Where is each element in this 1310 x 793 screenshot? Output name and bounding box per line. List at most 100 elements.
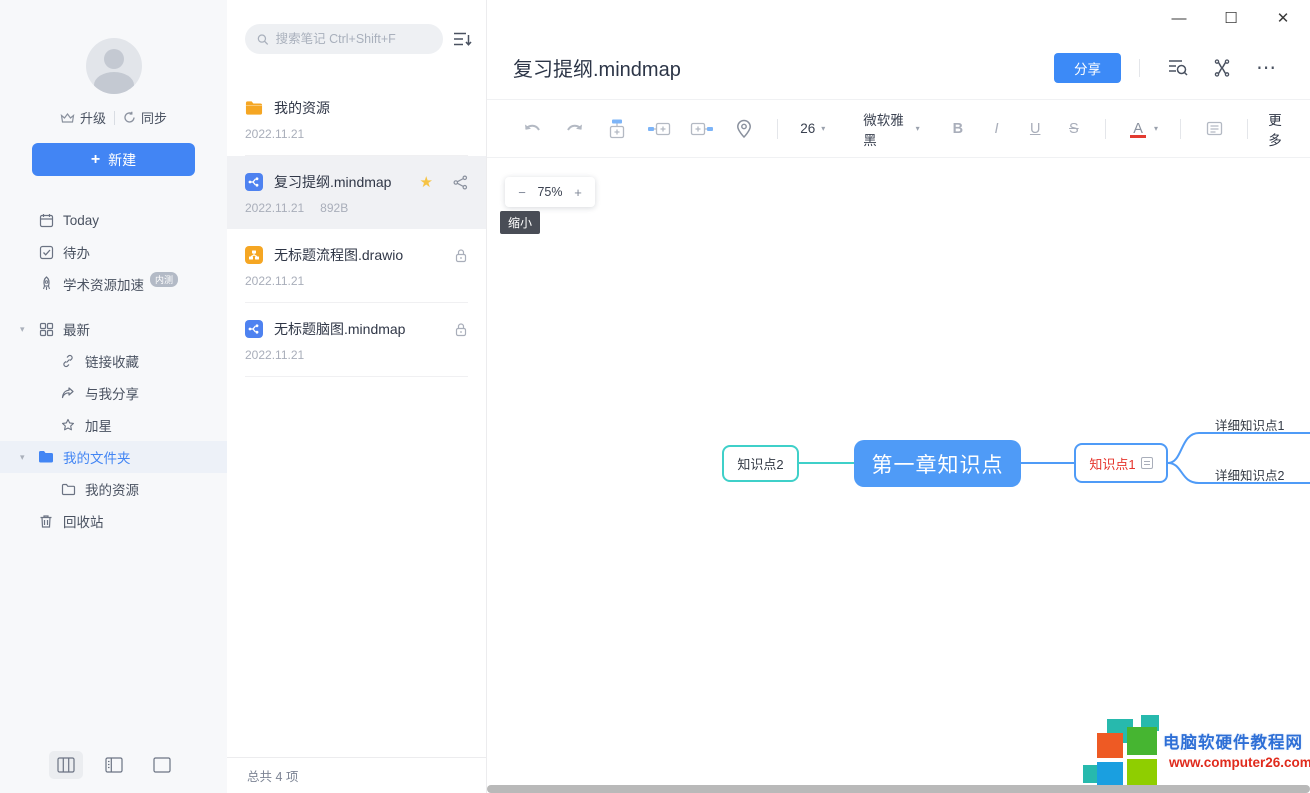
sidebar-item-latest[interactable]: ▾ 最新 [0,313,227,345]
file-date: 2022.11.21 [245,274,304,288]
list-item-mindmap2[interactable]: 无标题脑图.mindmap 2022.11.21 [227,303,486,376]
share-button[interactable]: 分享 [1054,53,1121,83]
sidebar-item-today[interactable]: Today [0,204,227,236]
maximize-button[interactable]: ☐ [1218,6,1244,30]
mindmap-node-right[interactable]: 知识点1 [1074,443,1168,483]
minimize-button[interactable]: — [1166,6,1192,30]
list-item-folder[interactable]: 我的资源 2022.11.21 [227,82,486,155]
watermark-logo-square [1097,733,1123,758]
upgrade-label: 升级 [80,108,106,127]
more-options-icon[interactable]: ⋯ [1252,54,1280,82]
view-single-button[interactable] [145,751,179,779]
lock-icon [454,248,468,263]
folder-filled-icon [38,449,54,465]
avatar-head [104,49,124,69]
star-icon[interactable]: ★ [420,173,433,191]
list-item-mindmap-selected[interactable]: 复习提纲.mindmap ★ 2022.11.21 892B [227,156,486,229]
redo-icon[interactable] [561,114,587,144]
sort-icon[interactable] [453,31,472,47]
italic-button[interactable]: I [984,121,1009,137]
share-icon[interactable] [453,175,468,190]
star-outline-icon [60,417,76,433]
app-window: 升级 同步 + 新建 Today 待办 [0,0,1310,793]
insert-child-node-icon[interactable] [604,114,630,144]
mindmap-node-label: 知识点1 [1089,454,1135,473]
folder-icon [245,99,263,117]
divider [1180,119,1181,139]
chevron-down-icon[interactable]: ▾ [20,324,25,335]
mindmap-structure-icon[interactable] [1208,54,1236,82]
underline-button[interactable]: U [1023,121,1048,137]
search-input[interactable] [276,32,431,46]
mindmap-root-node[interactable]: 第一章知识点 [854,440,1021,487]
new-note-label: 新建 [108,150,136,170]
insert-sibling-after-icon[interactable] [689,114,715,144]
drawio-file-icon [245,246,263,264]
sync-icon [123,111,136,124]
watermark-logo-square [1127,727,1157,755]
undo-icon[interactable] [519,114,545,144]
sidebar-item-my-folder[interactable]: ▾ 我的文件夹 [0,441,227,473]
avatar[interactable] [86,38,142,94]
file-list-panel: 我的资源 2022.11.21 复习提纲.mindmap ★ 2022.11.2… [227,0,487,793]
single-view-icon [153,757,171,773]
trash-icon [38,513,54,529]
two-column-icon [105,757,123,773]
toolbar-more-button[interactable]: 更多 [1268,109,1292,149]
upgrade-link[interactable]: 升级 [60,108,106,127]
mindmap-canvas[interactable]: − 75% + 缩小 知识点2 第一章知识点 知识点1 详细知识点1 详细知识点… [487,158,1310,793]
close-button[interactable]: ✕ [1270,6,1296,30]
note-icon[interactable] [1141,457,1153,469]
chevron-down-icon[interactable]: ▾ [20,452,25,463]
zoom-out-tooltip: 缩小 [500,211,540,234]
horizontal-scrollbar[interactable] [487,785,1310,793]
mindmap-file-icon [245,320,263,338]
note-memo-icon[interactable] [1201,114,1227,144]
folder-outline-icon [60,481,76,497]
zoom-control: − 75% + [505,177,595,207]
font-color-select[interactable]: A ▾ [1120,121,1166,137]
sync-link[interactable]: 同步 [123,108,167,127]
insert-sibling-before-icon[interactable] [646,114,672,144]
item-count: 总共 4 项 [247,766,298,785]
file-date: 2022.11.21 [245,201,304,215]
watermark-logo-square [1097,762,1123,786]
document-title[interactable]: 复习提纲.mindmap [513,53,1054,82]
sidebar-item-trash[interactable]: 回收站 [0,505,227,537]
font-color-letter: A [1128,121,1148,137]
search-box[interactable] [245,24,443,54]
view-two-column-button[interactable] [97,751,131,779]
zoom-level: 75% [537,185,562,199]
strikethrough-button[interactable]: S [1062,121,1087,137]
sidebar-item-starred[interactable]: 加星 [0,409,227,441]
grid-icon [38,321,54,337]
divider [1247,119,1248,139]
font-family-select[interactable]: 微软雅黑 ▾ [855,109,927,149]
file-name: 无标题流程图.drawio [274,245,443,265]
sidebar-item-todo[interactable]: 待办 [0,236,227,268]
mindmap-detail-node-1[interactable]: 详细知识点1 [1215,415,1284,434]
view-three-column-button[interactable] [49,751,83,779]
sidebar-item-shared-with-me[interactable]: 与我分享 [0,377,227,409]
sidebar-item-academic-boost[interactable]: 学术资源加速 内测 [0,268,227,300]
watermark-title: 电脑软硬件教程网 [1163,729,1303,753]
file-date: 2022.11.21 [245,348,304,362]
outline-search-icon[interactable] [1164,54,1192,82]
sidebar-item-label: 学术资源加速 [63,274,144,294]
new-note-button[interactable]: + 新建 [32,143,195,176]
font-size-select[interactable]: 26 ▾ [792,121,833,136]
mindmap-detail-node-2[interactable]: 详细知识点2 [1215,465,1284,484]
sidebar-item-my-resources[interactable]: 我的资源 [0,473,227,505]
locate-pin-icon[interactable] [731,114,757,144]
sidebar-item-label: 我的文件夹 [63,447,131,467]
list-item-drawio[interactable]: 无标题流程图.drawio 2022.11.21 [227,229,486,302]
mindmap-node-left[interactable]: 知识点2 [722,445,799,482]
avatar-body [94,72,134,94]
mindmap-file-icon [245,173,263,191]
zoom-in-button[interactable]: + [571,185,585,200]
sidebar-item-label: 加星 [85,415,112,435]
layout-switcher [0,751,227,779]
sidebar-item-link-favorites[interactable]: 链接收藏 [0,345,227,377]
zoom-out-button[interactable]: − [515,185,529,200]
bold-button[interactable]: B [946,121,971,137]
